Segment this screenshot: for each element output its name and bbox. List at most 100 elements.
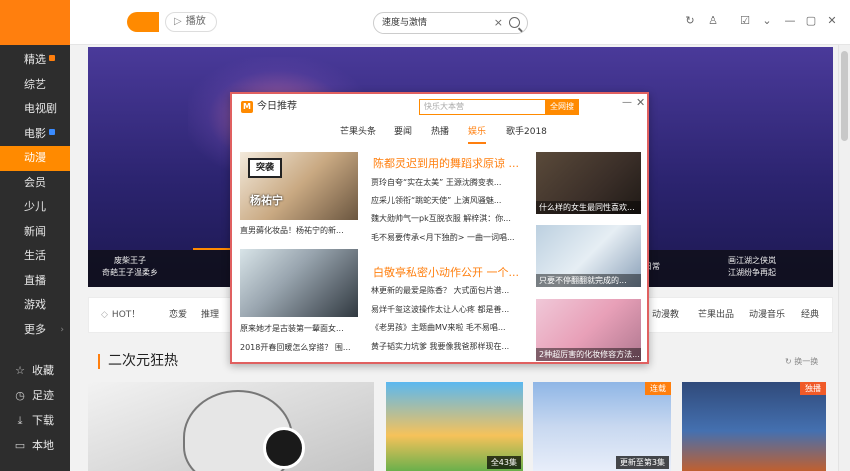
sidebar: 精选 综艺 电视剧 电影 动漫 会员 少儿 新闻 生活 直播 游戏 更多 › ☆ 收… <box>0 0 70 471</box>
swap-button[interactable]: ↻ 换一换 <box>785 356 818 367</box>
tab-hot[interactable]: 热播 <box>431 122 449 142</box>
news-image-4[interactable]: 只要不停翻翻就完成的... <box>536 225 641 287</box>
tab-entertainment[interactable]: 娱乐 <box>468 122 487 144</box>
search-icon[interactable] <box>509 17 520 28</box>
sidebar-item-label: 直播 <box>24 273 46 287</box>
sidebar-item-label: 综艺 <box>24 77 46 91</box>
headline-1[interactable]: 陈都灵迟到用的舞蹈求原谅 ... <box>373 155 519 171</box>
minimize-icon[interactable]: — <box>622 97 632 108</box>
news-line[interactable]: 黄子韬实力坑爹 我要像我爸那样现在... <box>371 341 509 352</box>
news-line[interactable]: 毛不易要传承<月下独酌> 一曲一词唱... <box>371 232 515 243</box>
hot-tag[interactable]: ◇ HOT！ <box>101 298 140 332</box>
sidebar-local[interactable]: ▭ 本地 <box>0 433 70 458</box>
sidebar-item-label: 下载 <box>32 414 54 427</box>
news-line[interactable]: 贾玲自夸“实在太美” 王源沈腾变表... <box>371 177 501 188</box>
nav-pill[interactable] <box>127 12 159 32</box>
news-line[interactable]: 易烊千玺这波操作太让人心疼 都是善... <box>371 304 509 315</box>
top-bar: ▷ 播放 速度与激情 × ↻ ♙ ☑ ⌄ — ▢ ✕ <box>70 0 850 45</box>
search-input[interactable]: 速度与激情 × <box>373 12 528 34</box>
tag-romance[interactable]: 恋爱 <box>169 298 187 332</box>
sidebar-item-games[interactable]: 游戏 <box>0 293 70 318</box>
image-caption: 什么样的女生最同性喜欢... <box>536 201 641 214</box>
news-line[interactable]: 应采儿领衔“跳蛇天使” 上演风骚魅... <box>371 195 501 206</box>
minimize-icon[interactable]: — <box>783 14 797 28</box>
app-logo[interactable] <box>0 0 70 45</box>
sidebar-item-featured[interactable]: 精选 <box>0 48 70 73</box>
maximize-icon[interactable]: ▢ <box>804 14 818 28</box>
close-icon[interactable]: ✕ <box>636 96 645 109</box>
sidebar-item-kids[interactable]: 少儿 <box>0 195 70 220</box>
sidebar-item-more[interactable]: 更多 › <box>0 318 70 343</box>
scroll-thumb[interactable] <box>841 51 848 141</box>
news-line[interactable]: 魏大勋帅气一pk互脱衣服 解梓淇：你... <box>371 213 511 224</box>
sidebar-downloads[interactable]: ⤓ 下载 <box>0 408 70 433</box>
news-image-2[interactable] <box>240 249 358 317</box>
banner-caption-7[interactable]: 画江湖之侠岚 江湖纷争再起 <box>728 255 776 279</box>
sidebar-bottom: ☆ 收藏 ◷ 足迹 ⤓ 下载 ▭ 本地 <box>0 358 70 458</box>
video-thumb-1[interactable] <box>88 382 374 471</box>
sidebar-item-label: 精选 <box>24 53 46 66</box>
sidebar-item-label: 新闻 <box>24 224 46 238</box>
news-image-5[interactable]: 2种超厉害的化妆修容方法... <box>536 299 641 361</box>
sidebar-item-label: 少儿 <box>24 200 46 213</box>
tag-mango-original[interactable]: 芒果出品 <box>698 298 734 332</box>
tag-anime-edu[interactable]: 动漫教 <box>652 298 679 332</box>
news-image-3[interactable]: 什么样的女生最同性喜欢... <box>536 152 641 214</box>
refresh-icon[interactable]: ↻ <box>683 14 697 28</box>
sidebar-item-tv[interactable]: 电视剧 <box>0 97 70 122</box>
tag-classic[interactable]: 经典 <box>801 298 819 332</box>
status-badge: 连载 <box>645 382 671 395</box>
news-line[interactable]: 《老男孩》主题曲MV来啦 毛不易唱... <box>371 322 506 333</box>
sidebar-item-label: 游戏 <box>24 298 46 311</box>
tab-headlines[interactable]: 芒果头条 <box>340 122 376 142</box>
popup-search-input[interactable]: 快乐大本营 全网搜 <box>419 99 579 115</box>
daily-recommend-popup: M 今日推荐 快乐大本营 全网搜 — ✕ 芒果头条 要闻 热播 娱乐 歌手201… <box>230 92 649 364</box>
tag-mystery[interactable]: 推理 <box>201 298 219 332</box>
news-caption-1[interactable]: 直男薅化妆品！杨祐宁的新... <box>240 225 358 236</box>
banner-caption-1[interactable]: 废柴王子 奇葩王子温柔乡 <box>102 255 158 279</box>
sidebar-item-label: 会员 <box>24 175 46 189</box>
chevron-down-icon[interactable]: ⌄ <box>760 14 774 28</box>
sidebar-item-movie[interactable]: 电影 <box>0 122 70 147</box>
tab-singer-2018[interactable]: 歌手2018 <box>506 122 547 142</box>
news-caption-3[interactable]: 2018开春回暖怎么穿搭？ 围... <box>240 342 358 353</box>
headline-2[interactable]: 白敬亭私密小动作公开 一个... <box>373 264 519 280</box>
sidebar-item-variety[interactable]: 综艺 <box>0 73 70 98</box>
episode-badge: 全43集 <box>486 456 521 469</box>
video-thumb-2[interactable]: 全43集 <box>386 382 523 471</box>
sidebar-history[interactable]: ◷ 足迹 <box>0 383 70 408</box>
sidebar-item-vip[interactable]: 会员 <box>0 171 70 196</box>
news-line[interactable]: 林更新的最爱是陈香？ 大式面包片谱... <box>371 285 509 296</box>
user-icon[interactable]: ♙ <box>706 14 720 28</box>
sidebar-item-life[interactable]: 生活 <box>0 244 70 269</box>
edit-icon[interactable]: ☑ <box>738 14 752 28</box>
popup-search-button[interactable]: 全网搜 <box>545 99 579 115</box>
play-button[interactable]: ▷ 播放 <box>165 12 217 32</box>
search-value: 速度与激情 <box>382 18 428 28</box>
play-icon: ▷ <box>174 16 182 27</box>
image-caption: 2种超厉害的化妆修容方法... <box>536 348 641 361</box>
close-icon[interactable]: ✕ <box>825 14 839 28</box>
clear-icon[interactable]: × <box>494 13 503 33</box>
clock-icon: ◷ <box>15 389 25 402</box>
video-thumb-3[interactable]: 连载 更新至第3集 <box>533 382 671 471</box>
episode-badge: 更新至第3集 <box>615 456 669 469</box>
video-thumb-4[interactable]: 独播 <box>682 382 826 471</box>
scrollbar[interactable] <box>838 45 850 471</box>
sidebar-item-anime[interactable]: 动漫 <box>0 146 70 171</box>
sidebar-item-label: 动漫 <box>24 151 46 164</box>
sidebar-favorites[interactable]: ☆ 收藏 <box>0 358 70 383</box>
sidebar-item-live[interactable]: 直播 <box>0 269 70 294</box>
popup-title: 今日推荐 <box>257 101 297 112</box>
news-image-1[interactable]: 突袭 杨祐宁 <box>240 152 358 220</box>
sidebar-item-label: 本地 <box>32 439 54 452</box>
star-icon: ☆ <box>15 364 25 377</box>
tab-news[interactable]: 要闻 <box>394 122 412 142</box>
news-caption-2[interactable]: 原来她才是古装第一颦面女... <box>240 323 358 334</box>
image-label: 杨祐宁 <box>250 194 283 207</box>
chevron-right-icon: › <box>60 324 64 335</box>
sidebar-item-news[interactable]: 新闻 <box>0 220 70 245</box>
tag-anime-music[interactable]: 动漫音乐 <box>749 298 785 332</box>
section-title: 二次元狂热 <box>98 354 178 369</box>
new-badge <box>49 55 55 61</box>
